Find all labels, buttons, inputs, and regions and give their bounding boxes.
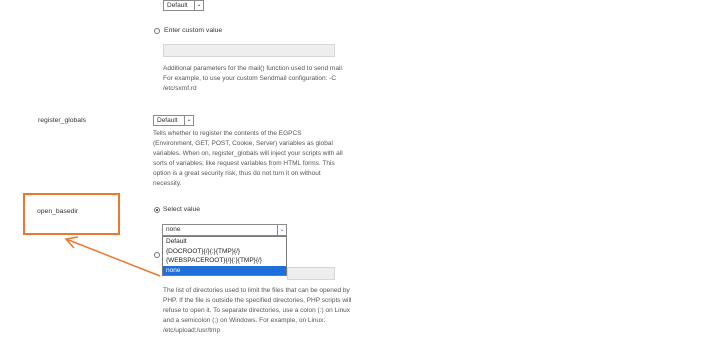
register-globals-select[interactable]: Default ⌄ (153, 115, 194, 126)
sendmail-help-text: Additional parameters for the mail() fun… (163, 65, 344, 92)
open-basedir-select-value: none (166, 226, 181, 233)
open-basedir-select[interactable]: none ⌄ (162, 224, 287, 236)
select-value-radio[interactable] (154, 207, 160, 213)
dropdown-option-none[interactable]: none (163, 265, 286, 275)
open-basedir-help-text: The list of directories used to limit th… (163, 287, 352, 334)
custom-value-input[interactable] (163, 44, 335, 57)
dropdown-option-docroot[interactable]: {DOCROOT}{/}{:}{TMP}{/} (163, 247, 286, 257)
register-globals-label: register_globals (38, 117, 86, 124)
select-value-label: Select value (163, 206, 201, 213)
chevron-down-icon: ⌄ (184, 116, 193, 125)
open-basedir-label: open_basedir (37, 208, 79, 215)
register-globals-select-value: Default (157, 117, 178, 124)
enter-custom-value-label: Enter custom value (164, 27, 223, 34)
open-basedir-dropdown-list: Default {DOCROOT}{/}{:}{TMP}{/} {WEBSPAC… (162, 236, 287, 276)
top-default-select-value: Default (167, 2, 188, 9)
top-default-select[interactable]: Default ⌄ (163, 0, 204, 11)
chevron-down-icon: ⌄ (277, 225, 286, 235)
chevron-down-icon: ⌄ (194, 1, 203, 10)
dropdown-option-default[interactable]: Default (163, 237, 286, 247)
open-basedir-custom-radio[interactable] (154, 252, 160, 258)
dropdown-option-webspaceroot[interactable]: {WEBSPACEROOT}{/}{:}{TMP}{/} (163, 256, 286, 266)
enter-custom-value-radio[interactable] (154, 28, 160, 34)
open-basedir-custom-input[interactable] (287, 267, 335, 280)
register-globals-help-text: Tells whether to register the contents o… (153, 130, 343, 187)
